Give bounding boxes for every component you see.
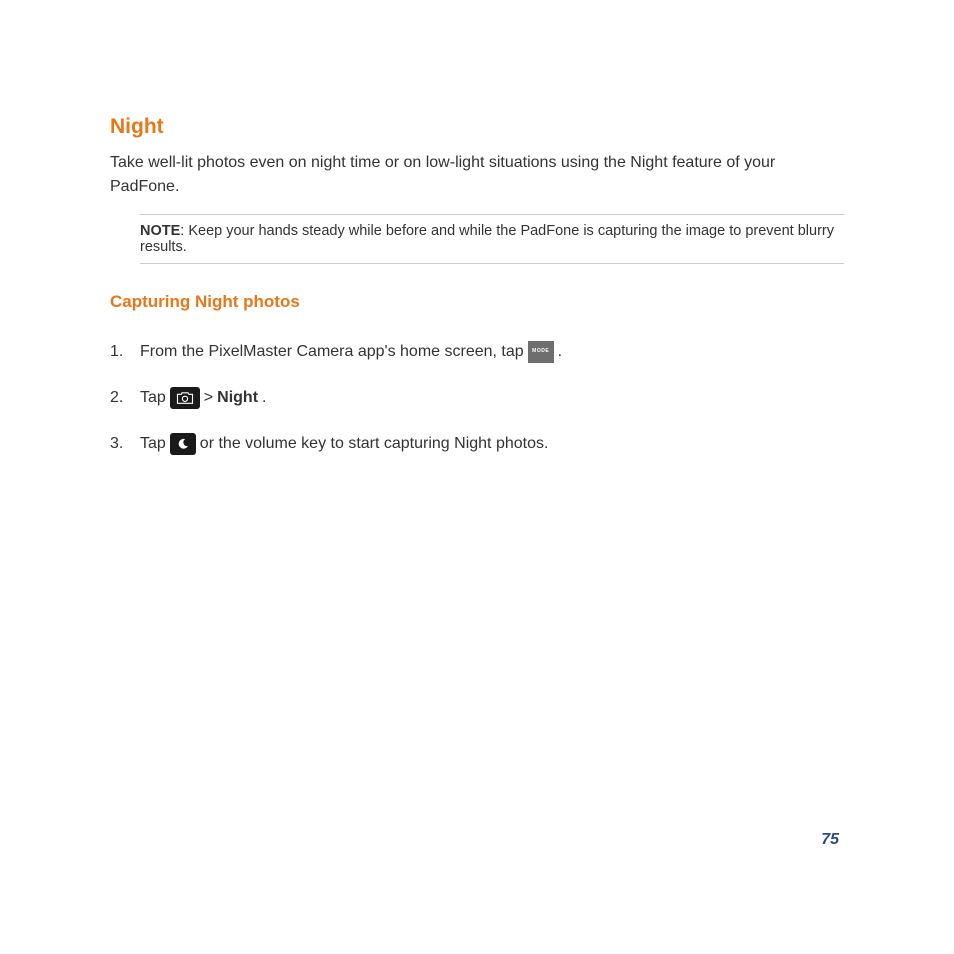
- step-text: >: [204, 386, 213, 410]
- heading-capturing: Capturing Night photos: [110, 292, 844, 312]
- step-1: 1. From the PixelMaster Camera app's hom…: [110, 340, 844, 364]
- note-box: NOTE: Keep your hands steady while befor…: [140, 214, 844, 264]
- step-3: 3. Tap or the volume key to start captur…: [110, 432, 844, 456]
- step-number: 2.: [110, 386, 140, 410]
- step-text: Tap: [140, 432, 166, 456]
- intro-paragraph: Take well-lit photos even on night time …: [110, 151, 844, 199]
- moon-icon: [170, 433, 196, 455]
- step-text: From the PixelMaster Camera app's home s…: [140, 340, 524, 364]
- step-content: Tap > Night.: [140, 386, 266, 410]
- steps-list: 1. From the PixelMaster Camera app's hom…: [110, 340, 844, 456]
- note-text: : Keep your hands steady while before an…: [140, 223, 834, 255]
- night-label: Night: [217, 386, 258, 410]
- step-2: 2. Tap > Night.: [110, 386, 844, 410]
- page-number: 75: [821, 831, 839, 849]
- note-label: NOTE: [140, 223, 180, 239]
- step-text: .: [262, 386, 266, 410]
- mode-icon: MODE: [528, 341, 554, 363]
- step-text: Tap: [140, 386, 166, 410]
- document-page: Night Take well-lit photos even on night…: [0, 0, 954, 456]
- step-content: From the PixelMaster Camera app's home s…: [140, 340, 562, 364]
- camera-icon: [170, 387, 200, 409]
- step-text: or the volume key to start capturing Nig…: [200, 432, 549, 456]
- step-text: .: [558, 340, 562, 364]
- camera-svg: [176, 391, 194, 405]
- step-number: 3.: [110, 432, 140, 456]
- moon-svg: [176, 437, 190, 451]
- heading-night: Night: [110, 115, 844, 139]
- step-number: 1.: [110, 340, 140, 364]
- step-content: Tap or the volume key to start capturing…: [140, 432, 548, 456]
